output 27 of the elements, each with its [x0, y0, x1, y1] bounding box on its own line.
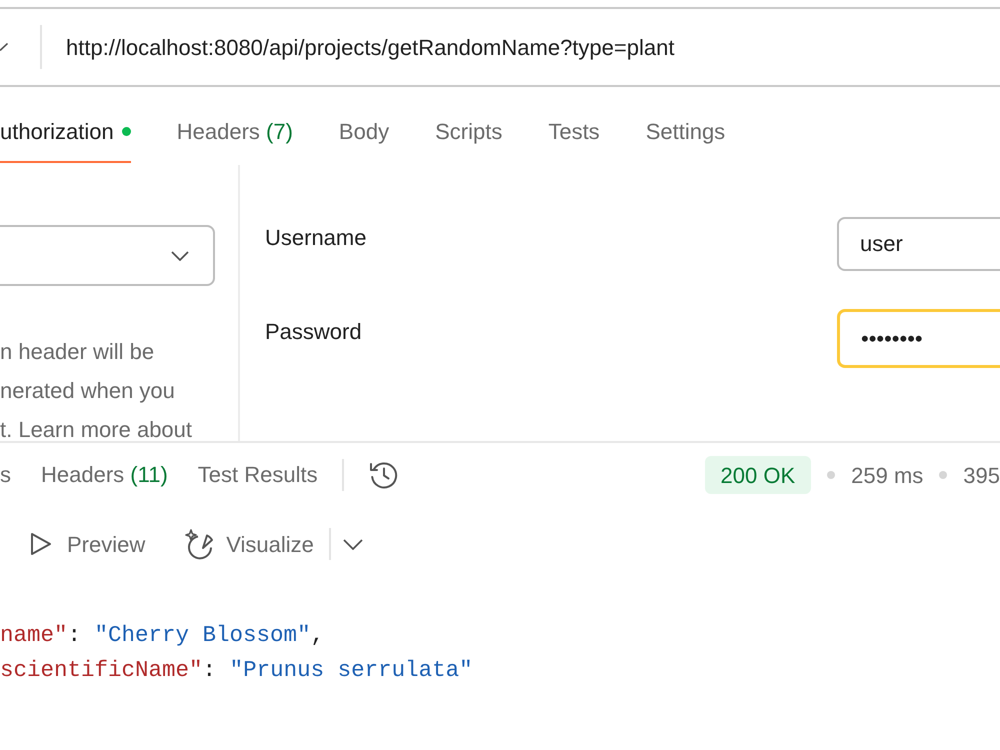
request-tab[interactable]: Body: [338, 87, 390, 163]
code-line: name": "Cherry Blossom",: [0, 621, 326, 650]
response-time: 259 ms: [851, 462, 924, 490]
response-tab[interactable]: Test Results: [198, 458, 318, 492]
chevron-icon: [0, 43, 8, 51]
visualize-button[interactable]: Visualize: [185, 528, 314, 560]
username-field[interactable]: user: [837, 217, 1000, 271]
request-tab[interactable]: Settings: [646, 87, 726, 163]
chevron-down-icon[interactable]: [342, 538, 363, 550]
request-tab[interactable]: Scripts: [435, 87, 502, 163]
status-badge: 200 OK: [704, 456, 812, 494]
field-label: Username: [265, 224, 366, 251]
response-tab[interactable]: Headers (11): [41, 458, 168, 492]
chevron-down-icon: [171, 250, 189, 260]
play-icon: [30, 532, 52, 556]
response-tab[interactable]: s: [0, 458, 11, 492]
url-field[interactable]: http://localhost:8080/api/projects/getRandomName?type=plant: [66, 30, 1000, 64]
separator-dot-icon: [827, 471, 836, 479]
code-line: scientificName": "Prunus serrulata": [0, 656, 474, 685]
preview-button[interactable]: Preview: [30, 528, 146, 560]
request-tab[interactable]: Headers (7): [176, 87, 293, 163]
separator-dot-icon: [939, 471, 948, 479]
field-label: Password: [265, 318, 362, 345]
request-tab[interactable]: Tests: [548, 87, 600, 163]
request-tab[interactable]: uthorization: [0, 87, 131, 163]
response-size: 395: [963, 462, 1000, 490]
password-field[interactable]: ••••••••: [837, 309, 1000, 368]
